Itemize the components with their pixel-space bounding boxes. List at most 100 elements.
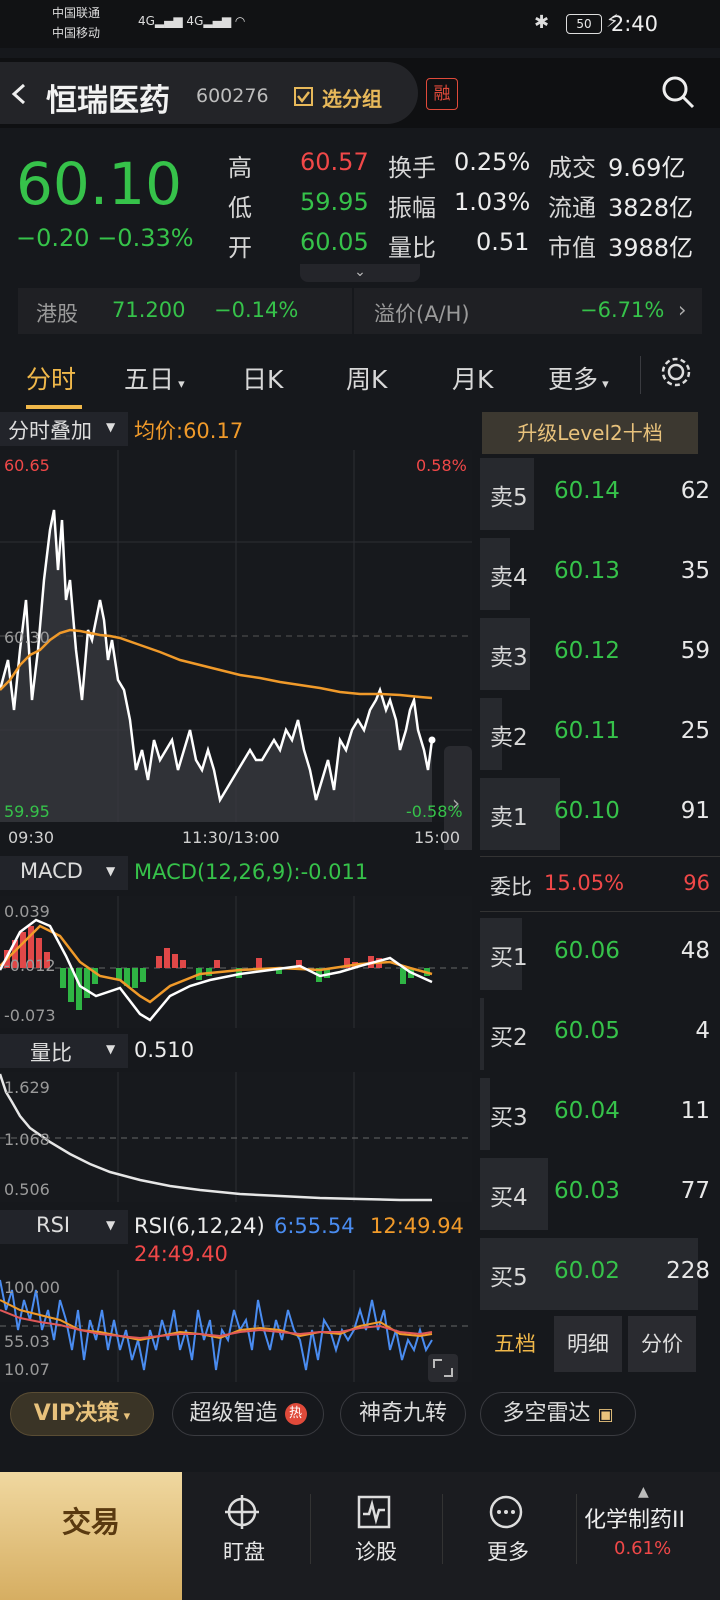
sell-volume: 25	[680, 718, 710, 744]
divider	[576, 1494, 577, 1564]
macd-dropdown[interactable]: MACD ▼	[0, 856, 128, 890]
status-bar: 中国联通 中国移动 4G▂▄▆ 4G▂▄▆ ◠ ✱ 50 ⚡ 2:40	[0, 0, 720, 48]
sell-label: 卖5	[490, 485, 528, 511]
ratio-pct: 15.05%	[544, 871, 625, 895]
order-book: 升级Level2十档 卖5 60.14 62 卖4 60.13 35 卖3 60…	[480, 412, 720, 1400]
vip-decision-button[interactable]: VIP决策 ▾	[10, 1392, 154, 1436]
y-mid: 60.30	[4, 628, 50, 647]
time-start: 09:30	[8, 828, 55, 847]
sell-price: 60.14	[554, 478, 620, 504]
rsi-chart[interactable]	[0, 1270, 472, 1382]
buy-label: 买2	[490, 1025, 528, 1051]
overlay-dropdown[interactable]: 分时叠加 ▼	[0, 412, 128, 446]
tab-weekly-k[interactable]: 周K	[346, 360, 387, 396]
turnover-label: 换手	[388, 154, 436, 182]
nine-turns-button[interactable]: 神奇九转	[340, 1392, 466, 1436]
nav-diagnose[interactable]: 诊股	[314, 1472, 438, 1600]
sector-widget[interactable]: ▲ 化学制药II 0.61%	[580, 1472, 720, 1600]
sell-row-3[interactable]: 卖3 60.12 59	[480, 614, 720, 694]
buy-row-5[interactable]: 买5 60.02 228	[480, 1234, 720, 1314]
trade-button[interactable]: 交易	[0, 1472, 182, 1600]
buy-volume: 11	[680, 1098, 710, 1124]
buy-label: 买5	[490, 1265, 528, 1291]
buy-volume: 48	[680, 938, 710, 964]
hk-label: 港股	[36, 302, 78, 326]
tab-monthly-k[interactable]: 月K	[452, 360, 493, 396]
nav-label: 盯盘	[223, 1540, 265, 1564]
nav-label: 更多	[487, 1540, 529, 1564]
rsi-mid: 55.03	[4, 1332, 50, 1351]
sell-label: 卖2	[490, 725, 528, 751]
sell-row-4[interactable]: 卖4 60.13 35	[480, 534, 720, 614]
rsi24-value: 24:49.40	[134, 1242, 228, 1266]
volume-ratio-chart[interactable]	[0, 1072, 472, 1202]
hk-share-bar[interactable]: 港股 71.200 −0.14% 溢价(A/H) −6.71% ›	[18, 288, 702, 334]
turnover-value: 0.25%	[454, 148, 531, 176]
tab-details[interactable]: 明细	[554, 1316, 622, 1372]
dropdown-icon: ▼	[106, 1218, 116, 1232]
market-cap-value: 3988亿	[608, 234, 694, 262]
ratio-label: 委比	[490, 875, 532, 899]
super-manufacturing-button[interactable]: 超级智造 热	[172, 1392, 324, 1436]
macd-top: 0.039	[4, 902, 50, 921]
chart-area[interactable]: 分时叠加 ▼ 均价:60.17 › 60.65 0.58% 60.30 59.9…	[0, 412, 480, 1400]
buy-row-3[interactable]: 买3 60.04 11	[480, 1074, 720, 1154]
stock-name: 恒瑞医药	[46, 83, 170, 119]
level2-upgrade-button[interactable]: 升级Level2十档	[482, 412, 698, 454]
buy-row-1[interactable]: 买1 60.06 48	[480, 914, 720, 994]
tab-five-levels[interactable]: 五档	[480, 1316, 550, 1372]
crosshair-icon	[225, 1495, 259, 1529]
buy-row-4[interactable]: 买4 60.03 77	[480, 1154, 720, 1234]
rsi-dropdown[interactable]: RSI ▼	[0, 1210, 128, 1244]
settings-gear-icon[interactable]	[658, 354, 694, 390]
rsi12-value: 12:49.94	[370, 1214, 464, 1238]
order-ratio-row: 委比 15.05% 96	[480, 856, 720, 912]
intraday-chart[interactable]: ›	[0, 450, 472, 850]
buy-volume: 77	[680, 1178, 710, 1204]
macd-chart[interactable]	[0, 896, 472, 1028]
checkbox-icon[interactable]	[293, 86, 315, 108]
buy-row-2[interactable]: 买2 60.05 4	[480, 994, 720, 1074]
last-point-marker	[428, 736, 436, 744]
price-change: −0.20 −0.33%	[16, 224, 194, 252]
macd-mid: -0.012	[4, 956, 56, 975]
nav-more[interactable]: 更多	[446, 1472, 570, 1600]
volume-value: 9.69亿	[608, 154, 686, 182]
search-icon[interactable]	[660, 74, 696, 110]
sell-price: 60.11	[554, 718, 620, 744]
expand-chevron-icon[interactable]: ⌄	[300, 264, 420, 282]
radar-icon: ▣	[597, 1405, 614, 1425]
pct-high: 0.58%	[416, 456, 467, 475]
buy-price: 60.06	[554, 938, 620, 964]
sell-row-5[interactable]: 卖5 60.14 62	[480, 454, 720, 534]
more-dots-icon	[489, 1495, 523, 1529]
divider	[352, 288, 354, 334]
buy-volume: 4	[695, 1018, 710, 1044]
tab-more[interactable]: 更多 ▾	[548, 360, 609, 396]
back-icon[interactable]	[8, 82, 30, 106]
tab-five-day[interactable]: 五日 ▾	[124, 360, 185, 396]
tab-price-distribution[interactable]: 分价	[628, 1316, 696, 1372]
lb-value: 0.510	[134, 1038, 195, 1062]
sector-name: 化学制药II	[584, 1508, 685, 1533]
chevron-right-icon: ›	[678, 298, 687, 322]
macd-low: -0.073	[4, 1006, 56, 1025]
buy-label: 买3	[490, 1105, 528, 1131]
sell-row-2[interactable]: 卖2 60.11 25	[480, 694, 720, 774]
sell-volume: 35	[680, 558, 710, 584]
lb-mid: 1.068	[4, 1130, 50, 1149]
volume-ratio-dropdown[interactable]: 量比 ▼	[0, 1034, 128, 1068]
sell-price: 60.10	[554, 798, 620, 824]
lb-label: 量比	[30, 1041, 72, 1065]
high-label: 高	[228, 154, 252, 182]
lb-low: 0.506	[4, 1180, 50, 1199]
caret-up-icon: ▲	[638, 1484, 649, 1500]
sell-row-1[interactable]: 卖1 60.10 91	[480, 774, 720, 854]
nav-watch[interactable]: 盯盘	[182, 1472, 306, 1600]
bull-bear-radar-button[interactable]: 多空雷达 ▣	[480, 1392, 636, 1436]
tab-daily-k[interactable]: 日K	[242, 360, 283, 396]
tab-intraday[interactable]: 分时	[26, 360, 76, 396]
stock-code: 600276	[196, 85, 269, 107]
rsi-title: RSI(6,12,24)	[134, 1214, 265, 1238]
select-group-button[interactable]: 选分组	[322, 83, 382, 112]
